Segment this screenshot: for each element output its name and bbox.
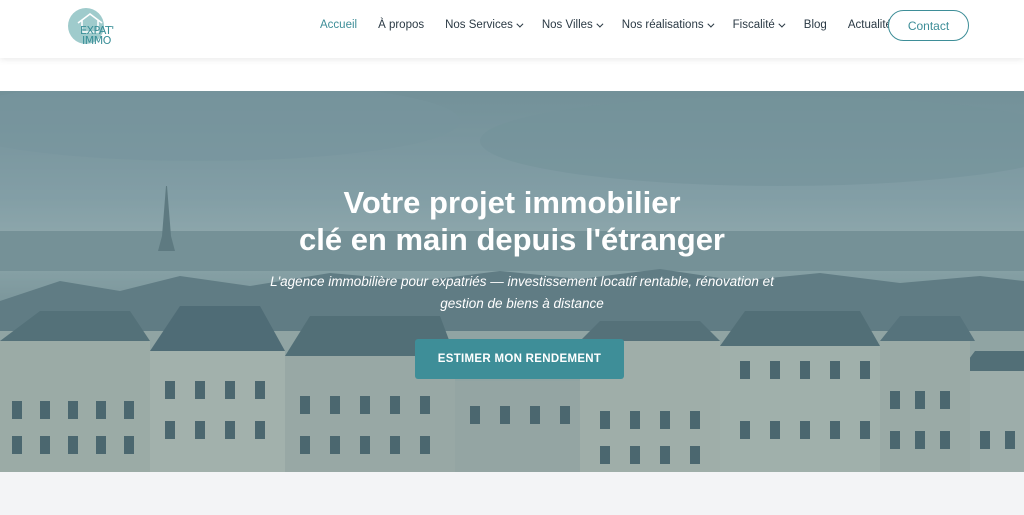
nav-item-label: Blog (803, 19, 827, 31)
nav-item-label: Accueil (320, 19, 358, 31)
nav-item-label: Nos Villes (541, 19, 593, 31)
nav-item-label: Nos réalisations (621, 19, 704, 31)
site-header: EXPAT' IMMO Accueil À propos Nos Services N… (0, 0, 1024, 58)
logo-text: EXPAT' IMMO (80, 25, 114, 47)
nav-item-label: Fiscalité (732, 19, 775, 31)
main-nav: Accueil À propos Nos Services Nos Villes Nos… (320, 0, 919, 50)
nav-item-1[interactable]: À propos (378, 19, 424, 31)
nav-item-label: À propos (378, 19, 425, 31)
nav-item-4[interactable]: Nos réalisations (621, 19, 715, 31)
nav-item-6[interactable]: Blog (804, 19, 827, 31)
chevron-down-icon (596, 20, 604, 28)
chevron-down-icon (706, 20, 715, 28)
contact-button[interactable]: Contact (888, 10, 969, 41)
nav-item-0[interactable]: Accueil (320, 19, 357, 31)
nav-item-2[interactable]: Nos Services (445, 19, 524, 31)
hero-title-line2: clé en main depuis l'étranger (298, 222, 725, 257)
nav-item-3[interactable]: Nos Villes (541, 19, 604, 31)
logo-line2: IMMO (82, 34, 111, 47)
hero-subtitle: L'agence immobilière pour expatriés — in… (270, 274, 774, 311)
chevron-down-icon (516, 20, 524, 28)
hero-section: Votre projet immobilier clé en main depu… (0, 91, 1024, 472)
logo[interactable]: EXPAT' IMMO (66, 6, 126, 52)
nav-item-label: Nos Services (445, 19, 513, 31)
hero-title: Votre projet immobilier clé en main depu… (0, 184, 1024, 258)
next-section (0, 472, 1024, 515)
chevron-down-icon (778, 20, 786, 28)
nav-item-5[interactable]: Fiscalité (732, 19, 786, 31)
estimate-yield-button[interactable]: ESTIMER MON RENDEMENT (415, 339, 624, 379)
hero-title-line1: Votre projet immobilier (343, 185, 681, 220)
